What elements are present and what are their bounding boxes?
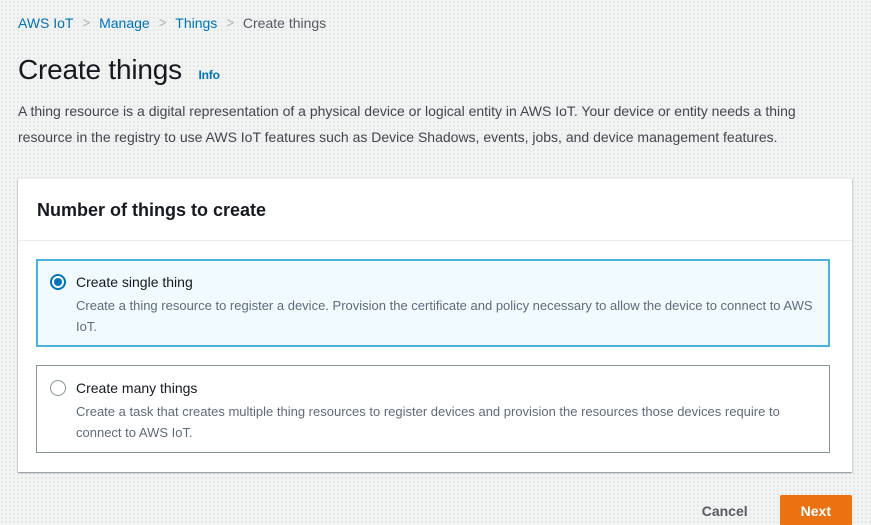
- panel-body: Create single thing Create a thing resou…: [18, 241, 852, 472]
- panel-header: Number of things to create: [18, 179, 852, 241]
- number-of-things-panel: Number of things to create Create single…: [18, 178, 852, 472]
- page-title: Create things Info: [18, 54, 852, 91]
- create-things-page: AWS IoT > Manage > Things > Create thing…: [0, 0, 871, 525]
- breadcrumb-link-aws-iot[interactable]: AWS IoT: [18, 13, 74, 33]
- breadcrumb-separator-icon: >: [226, 13, 234, 32]
- breadcrumb: AWS IoT > Manage > Things > Create thing…: [18, 13, 852, 33]
- breadcrumb-current-create-things: Create things: [242, 15, 327, 31]
- page-title-text: Create things: [18, 54, 182, 85]
- breadcrumb-separator-icon: >: [158, 13, 167, 32]
- create-single-thing-option[interactable]: Create single thing Create a thing resou…: [36, 259, 830, 347]
- option-label: Create single thing: [76, 274, 193, 290]
- option-text: Create many things Create a task that cr…: [76, 378, 813, 443]
- breadcrumb-separator-icon: >: [82, 13, 91, 32]
- option-description: Create a thing resource to register a de…: [76, 298, 813, 334]
- page-description: A thing resource is a digital representa…: [18, 103, 796, 145]
- radio-button-many-things[interactable]: [50, 380, 66, 396]
- option-text: Create single thing Create a thing resou…: [76, 272, 813, 337]
- breadcrumb-link-manage[interactable]: Manage: [99, 13, 150, 33]
- footer-actions: Cancel Next: [18, 495, 852, 525]
- panel-title: Number of things to create: [37, 200, 267, 220]
- radio-button-single-thing[interactable]: [50, 274, 66, 290]
- create-many-things-option[interactable]: Create many things Create a task that cr…: [36, 365, 830, 453]
- option-description: Create a task that creates multiple thin…: [76, 404, 780, 440]
- cancel-button[interactable]: Cancel: [698, 497, 752, 525]
- next-button[interactable]: Next: [779, 495, 852, 525]
- info-link[interactable]: Info: [199, 68, 220, 82]
- option-label: Create many things: [76, 380, 198, 396]
- breadcrumb-link-things[interactable]: Things: [175, 13, 217, 33]
